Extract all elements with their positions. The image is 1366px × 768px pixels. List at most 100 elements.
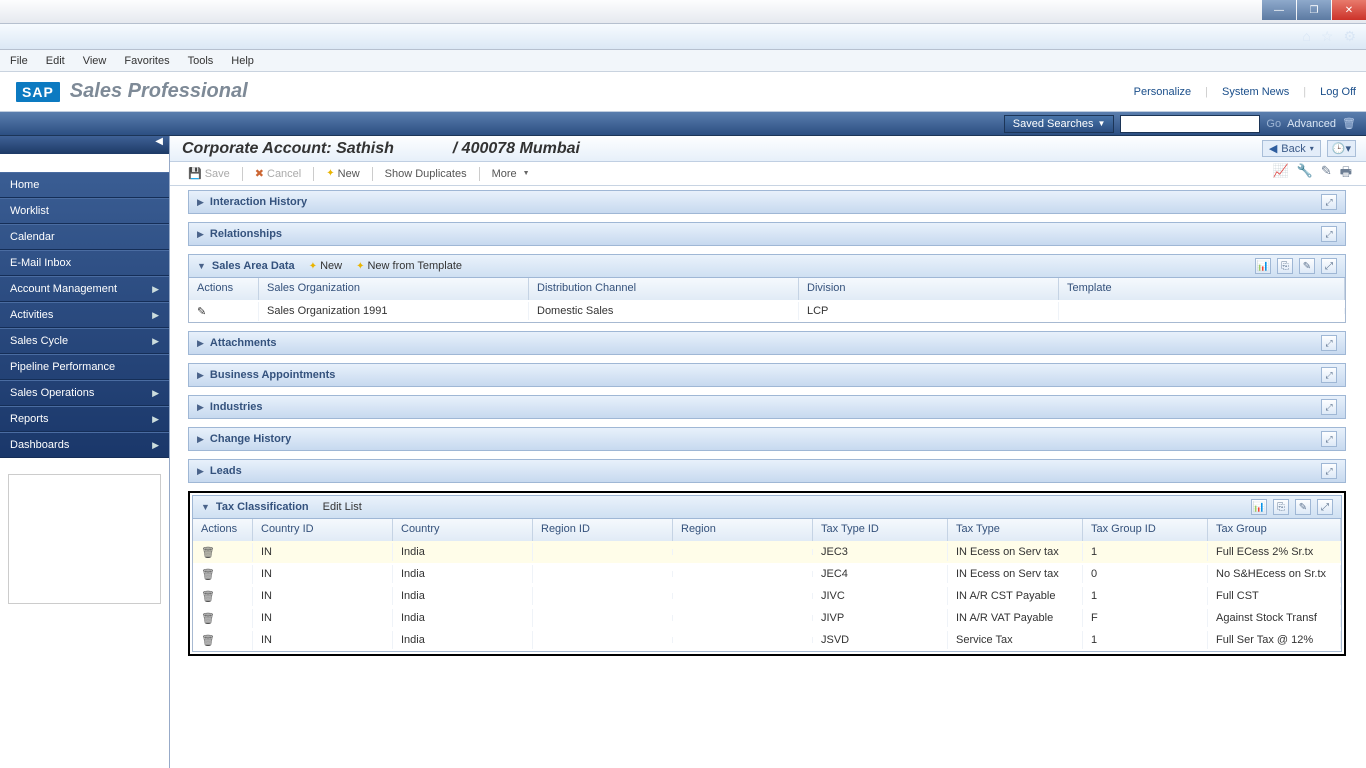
pencil-icon[interactable]: ✎ — [1295, 499, 1311, 515]
table-row[interactable]: 🗑INIndiaJSVDService Tax1Full Ser Tax @ 1… — [193, 629, 1341, 651]
table-row[interactable]: 🗑INIndiaJEC4IN Ecess on Serv tax0No S&HE… — [193, 563, 1341, 585]
menu-view[interactable]: View — [83, 55, 107, 67]
sidebar-item-home[interactable]: Home — [0, 172, 169, 198]
collapse-icon[interactable]: ⤢ — [1321, 226, 1337, 242]
delete-icon[interactable]: 🗑 — [201, 613, 215, 625]
menu-file[interactable]: File — [10, 55, 28, 67]
history-button[interactable]: 🕒▾ — [1327, 140, 1356, 157]
save-button[interactable]: 💾Save — [182, 167, 236, 180]
log-off-link[interactable]: Log Off — [1320, 86, 1356, 98]
table-row[interactable]: 🗑INIndiaJIVCIN A/R CST Payable1Full CST — [193, 585, 1341, 607]
personalize-link[interactable]: Personalize — [1134, 86, 1191, 98]
pencil-icon[interactable]: ✎ — [1299, 258, 1315, 274]
edit-icon[interactable]: ✎ — [197, 306, 206, 318]
col-tax-type-id: Tax Type ID — [813, 519, 948, 541]
sidebar-item-account-management[interactable]: Account Management▶ — [0, 276, 169, 302]
divider: | — [1205, 86, 1208, 98]
chart-icon[interactable]: 📊 — [1255, 258, 1271, 274]
cell-tax-type-id: JIVP — [813, 609, 948, 627]
new-icon: ✦ — [309, 261, 317, 272]
panels-scroll[interactable]: ▶ Interaction History ⤢ ▶ Relationships … — [170, 186, 1366, 768]
delete-icon[interactable]: 🗑 — [201, 591, 215, 603]
chart-icon[interactable]: 📊 — [1251, 499, 1267, 515]
sidebar-item-dashboards[interactable]: Dashboards▶ — [0, 432, 169, 458]
delete-icon[interactable]: 🗑 — [201, 547, 215, 559]
table-row[interactable]: ✎Sales Organization 1991Domestic SalesLC… — [189, 300, 1345, 322]
menu-tools[interactable]: Tools — [188, 55, 214, 67]
sidebar-item-calendar[interactable]: Calendar — [0, 224, 169, 250]
pencil-icon[interactable]: ✎ — [1321, 163, 1332, 185]
sidebar-item-worklist[interactable]: Worklist — [0, 198, 169, 224]
window-minimize-button[interactable]: — — [1262, 0, 1296, 20]
menu-help[interactable]: Help — [231, 55, 254, 67]
sidebar-item-pipeline-performance[interactable]: Pipeline Performance — [0, 354, 169, 380]
expand-icon[interactable]: ▶ — [197, 434, 204, 445]
collapse-icon[interactable]: ⤢ — [1321, 194, 1337, 210]
new-sales-area-button[interactable]: ✦New — [309, 260, 342, 272]
home-icon[interactable]: ⌂ — [1302, 28, 1310, 45]
table-row[interactable]: 🗑INIndiaJEC3IN Ecess on Serv tax1Full EC… — [193, 541, 1341, 563]
collapse-icon[interactable]: ⤢ — [1321, 431, 1337, 447]
collapse-icon[interactable]: ⤢ — [1321, 463, 1337, 479]
more-dropdown[interactable]: More — [486, 168, 536, 180]
sidebar-blank-region — [8, 474, 161, 604]
collapse-icon[interactable]: ⤢ — [1321, 399, 1337, 415]
star-icon[interactable]: ☆ — [1321, 28, 1334, 45]
new-from-template-button[interactable]: ✦New from Template — [356, 260, 462, 272]
sidebar-item-e-mail-inbox[interactable]: E-Mail Inbox — [0, 250, 169, 276]
expand-icon[interactable]: ▶ — [197, 370, 204, 381]
cancel-button[interactable]: ✖Cancel — [249, 167, 307, 180]
table-row[interactable]: 🗑INIndiaJIVPIN A/R VAT PayableFAgainst S… — [193, 607, 1341, 629]
edit-list-button[interactable]: Edit List — [323, 501, 362, 513]
wrench-icon[interactable]: 🔧 — [1297, 163, 1313, 185]
sidebar-item-sales-cycle[interactable]: Sales Cycle▶ — [0, 328, 169, 354]
gear-icon[interactable]: ⚙ — [1343, 28, 1356, 45]
export-icon[interactable]: ⎘ — [1277, 258, 1293, 274]
collapse-icon[interactable]: ▼ — [201, 502, 210, 512]
window-maximize-button[interactable]: ❐ — [1297, 0, 1331, 20]
expand-icon[interactable]: ⤢ — [1321, 258, 1337, 274]
expand-icon[interactable]: ▶ — [197, 338, 204, 349]
cell-tax-type-id: JEC4 — [813, 565, 948, 583]
expand-icon[interactable]: ▶ — [197, 197, 204, 208]
cell-tax-group: No S&HEcess on Sr.tx — [1208, 565, 1341, 583]
advanced-search-link[interactable]: Advanced — [1287, 118, 1336, 130]
show-duplicates-button[interactable]: Show Duplicates — [379, 168, 473, 180]
sidebar-item-activities[interactable]: Activities▶ — [0, 302, 169, 328]
sidebar-collapse-button[interactable]: ◀ — [0, 136, 169, 154]
export-icon[interactable]: ⎘ — [1273, 499, 1289, 515]
content-area: Corporate Account: Sathish / 400078 Mumb… — [170, 136, 1366, 768]
panel-title: Business Appointments — [210, 369, 336, 381]
delete-icon[interactable]: 🗑 — [201, 635, 215, 647]
saved-searches-dropdown[interactable]: Saved Searches ▼ — [1004, 115, 1115, 133]
expand-icon[interactable]: ▶ — [197, 466, 204, 477]
go-button[interactable]: Go — [1266, 118, 1281, 130]
expand-icon[interactable]: ▶ — [197, 402, 204, 413]
new-button[interactable]: ✦New — [320, 168, 365, 180]
save-label: Save — [205, 168, 230, 180]
back-button[interactable]: ◀ Back ▾ — [1262, 140, 1321, 157]
customize-icon[interactable]: 📈 — [1272, 163, 1288, 185]
panel-sales-area-data: ▼ Sales Area Data ✦New ✦New from Templat… — [188, 254, 1346, 323]
panel-title: Attachments — [210, 337, 277, 349]
collapse-icon[interactable]: ▼ — [197, 261, 206, 271]
collapse-icon[interactable]: ⤢ — [1321, 335, 1337, 351]
window-close-button[interactable]: ✕ — [1332, 0, 1366, 20]
print-icon[interactable]: 🖶 — [1340, 163, 1352, 185]
expand-icon[interactable]: ⤢ — [1317, 499, 1333, 515]
delete-icon[interactable]: 🗑 — [1342, 117, 1356, 130]
delete-icon[interactable]: 🗑 — [201, 569, 215, 581]
collapse-icon[interactable]: ⤢ — [1321, 367, 1337, 383]
page-title-prefix: Corporate Account: Sathish — [182, 140, 394, 157]
search-input[interactable] — [1120, 115, 1260, 133]
new-label: New — [338, 168, 360, 180]
system-news-link[interactable]: System News — [1222, 86, 1289, 98]
cell-region-id — [533, 549, 673, 555]
sidebar-item-sales-operations[interactable]: Sales Operations▶ — [0, 380, 169, 406]
saved-search-bar: Saved Searches ▼ Go Advanced 🗑 — [0, 112, 1366, 136]
menu-favorites[interactable]: Favorites — [124, 55, 169, 67]
sidebar-item-reports[interactable]: Reports▶ — [0, 406, 169, 432]
menu-edit[interactable]: Edit — [46, 55, 65, 67]
expand-icon[interactable]: ▶ — [197, 229, 204, 240]
sap-logo: SAP — [16, 82, 60, 102]
